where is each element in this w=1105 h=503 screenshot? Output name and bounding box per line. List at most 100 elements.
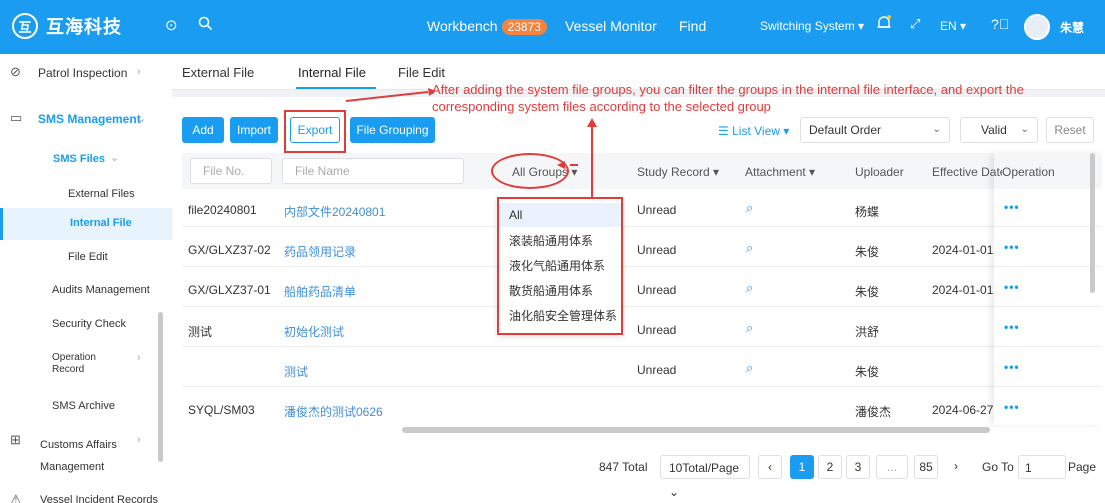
- sidebar-item-label: Vessel Incident Records: [40, 494, 159, 503]
- goto-page-input[interactable]: 1: [1018, 455, 1066, 479]
- chevron-down-icon: ⌄: [137, 113, 147, 125]
- file-name-link[interactable]: 药品领用记录: [284, 243, 356, 260]
- table-row[interactable]: SYQL/SM03 潘俊杰的测试0626 潘俊杰 2024-06-27 •••: [182, 391, 1102, 427]
- order-select[interactable]: Default Order ⌄: [800, 117, 950, 143]
- nav-vessel-monitor[interactable]: Vessel Monitor: [565, 18, 657, 34]
- page-2[interactable]: 2: [818, 455, 842, 479]
- chevron-left-icon: ‹: [768, 460, 772, 474]
- sidebar-item-vessel-incident-records[interactable]: ⚠ Vessel Incident Records: [0, 486, 172, 503]
- valid-select[interactable]: Valid ⌄: [960, 117, 1038, 143]
- table-row[interactable]: file20240801 内部文件20240801 Unread ⌕ 杨蝶 ••…: [182, 191, 1102, 227]
- sidebar-item-internal-file[interactable]: Internal File: [0, 208, 172, 240]
- more-icon[interactable]: •••: [1004, 240, 1020, 254]
- tab-external-file[interactable]: External File: [182, 65, 254, 80]
- more-icon[interactable]: •••: [1004, 360, 1020, 374]
- page-3[interactable]: 3: [846, 455, 870, 479]
- customs-icon: ⊞: [10, 432, 21, 447]
- more-icon[interactable]: •••: [1004, 320, 1020, 334]
- group-option[interactable]: 滚装船通用体系: [499, 229, 621, 253]
- chevron-down-icon: ⌄: [932, 124, 941, 135]
- nav-find[interactable]: Find: [679, 18, 706, 34]
- nav-workbench[interactable]: Workbench 23873: [427, 18, 547, 35]
- file-name-link[interactable]: 船舶药品清单: [284, 283, 356, 300]
- more-icon[interactable]: •••: [1004, 280, 1020, 294]
- switching-system-dropdown[interactable]: Switching System ▾: [760, 19, 864, 33]
- effective-date-header: Effective Date: [932, 165, 1002, 179]
- bell-icon[interactable]: [876, 14, 892, 36]
- user-name[interactable]: 朱慧: [1060, 19, 1084, 36]
- study-status: Unread: [637, 203, 677, 217]
- paperclip-icon[interactable]: ⌕: [746, 360, 753, 376]
- avatar[interactable]: [1024, 14, 1050, 40]
- list-view-label: List View ▾: [732, 124, 790, 138]
- collapse-icon[interactable]: ⊙: [165, 16, 178, 34]
- sidebar-item-label: SMS Management: [38, 112, 141, 126]
- sidebar-item-sms-archive[interactable]: SMS Archive: [0, 396, 172, 418]
- page-size-select[interactable]: 10Total/Page ⌄: [660, 455, 750, 499]
- language-dropdown[interactable]: EN ▾: [940, 19, 966, 33]
- table-row[interactable]: 测试 Unread ⌕ 朱俊 •••: [182, 351, 1102, 387]
- table-row[interactable]: GX/GLXZ37-01 船舶药品清单 Unread ⌕ 朱俊 2024-01-…: [182, 271, 1102, 307]
- search-icon[interactable]: [198, 16, 213, 35]
- sidebar-scrollbar[interactable]: [158, 312, 163, 462]
- add-button[interactable]: Add: [182, 117, 224, 143]
- table-vertical-scrollbar[interactable]: [1090, 153, 1095, 293]
- next-page-button[interactable]: ›: [944, 455, 968, 479]
- group-option[interactable]: 散货船通用体系: [499, 279, 621, 303]
- file-grouping-button[interactable]: File Grouping: [350, 117, 435, 143]
- sidebar-item-external-files[interactable]: External Files: [0, 184, 172, 206]
- more-icon[interactable]: •••: [1004, 400, 1020, 414]
- sidebar-item-sms-files[interactable]: SMS Files ⌄: [0, 149, 172, 173]
- table-row[interactable]: GX/GLXZ37-02 药品领用记录 Unread ⌕ 朱俊 2024-01-…: [182, 231, 1102, 267]
- sidebar-item-label: Patrol Inspection: [38, 66, 128, 80]
- table-header: File No. File Name All Groups ▾ Study Re…: [182, 153, 1102, 189]
- import-button[interactable]: Import: [230, 117, 278, 143]
- paperclip-icon[interactable]: ⌕: [746, 280, 753, 296]
- brand-name: 互海科技: [46, 17, 122, 37]
- sidebar-item-label: SMS Files: [53, 153, 105, 165]
- sidebar-item-audits-management[interactable]: Audits Management: [0, 280, 172, 302]
- sidebar-item-security-check[interactable]: Security Check: [0, 314, 172, 336]
- sidebar-item-operation-record[interactable]: Operation Record ›: [0, 349, 172, 381]
- file-name-link[interactable]: 初始化测试: [284, 323, 344, 340]
- file-name-link[interactable]: 潘俊杰的测试0626: [284, 403, 383, 420]
- tab-internal-file[interactable]: Internal File: [298, 65, 366, 80]
- help-icon[interactable]: ?⃝: [991, 16, 1009, 32]
- sidebar-item-customs-affairs[interactable]: ⊞ Customs Affairs Management ›: [0, 430, 172, 473]
- sidebar-item-patrol-inspection[interactable]: ⊘ Patrol Inspection ›: [0, 54, 172, 90]
- tab-file-edit[interactable]: File Edit: [398, 65, 445, 80]
- file-no: GX/GLXZ37-02: [188, 243, 271, 257]
- file-no-filter-input[interactable]: File No.: [190, 158, 272, 184]
- uploader: 潘俊杰: [855, 405, 892, 419]
- paperclip-icon[interactable]: ⌕: [746, 320, 753, 336]
- page-85[interactable]: 85: [914, 455, 938, 479]
- reset-button[interactable]: Reset: [1046, 117, 1094, 143]
- file-name-link[interactable]: 测试: [284, 363, 308, 380]
- table-horizontal-scrollbar[interactable]: [402, 427, 990, 433]
- page-ellipsis[interactable]: ...: [876, 455, 908, 479]
- group-option[interactable]: 油化船安全管理体系: [499, 304, 621, 328]
- chevron-right-icon: ›: [137, 66, 141, 78]
- fullscreen-icon[interactable]: ⤢: [910, 16, 920, 32]
- file-name-filter-input[interactable]: File Name: [282, 158, 464, 184]
- active-tab-indicator: [296, 87, 376, 89]
- study-status: Unread: [637, 363, 677, 377]
- effective-date: 2024-01-01: [932, 243, 994, 257]
- attachment-filter[interactable]: Attachment ▾: [745, 165, 815, 179]
- group-option[interactable]: 液化气船通用体系: [499, 254, 621, 278]
- study-record-filter[interactable]: Study Record ▾: [637, 165, 719, 179]
- group-option-all[interactable]: All: [499, 203, 621, 227]
- list-view-toggle[interactable]: ☰ List View ▾: [718, 124, 789, 138]
- file-no: file20240801: [188, 203, 257, 217]
- file-name-link[interactable]: 内部文件20240801: [284, 203, 385, 220]
- more-icon[interactable]: •••: [1004, 200, 1020, 214]
- sidebar-item-label: Audits Management: [52, 284, 150, 296]
- paperclip-icon[interactable]: ⌕: [746, 240, 753, 256]
- sidebar-item-sms-management[interactable]: ▭ SMS Management ⌄: [0, 108, 172, 136]
- prev-page-button[interactable]: ‹: [758, 455, 782, 479]
- table-row[interactable]: 测试 初始化测试 Unread ⌕ 洪舒 •••: [182, 311, 1102, 347]
- page-1[interactable]: 1: [790, 455, 814, 479]
- brand-logo[interactable]: 互 互海科技: [12, 13, 122, 39]
- sidebar-item-file-edit[interactable]: File Edit: [0, 247, 172, 269]
- paperclip-icon[interactable]: ⌕: [746, 200, 753, 216]
